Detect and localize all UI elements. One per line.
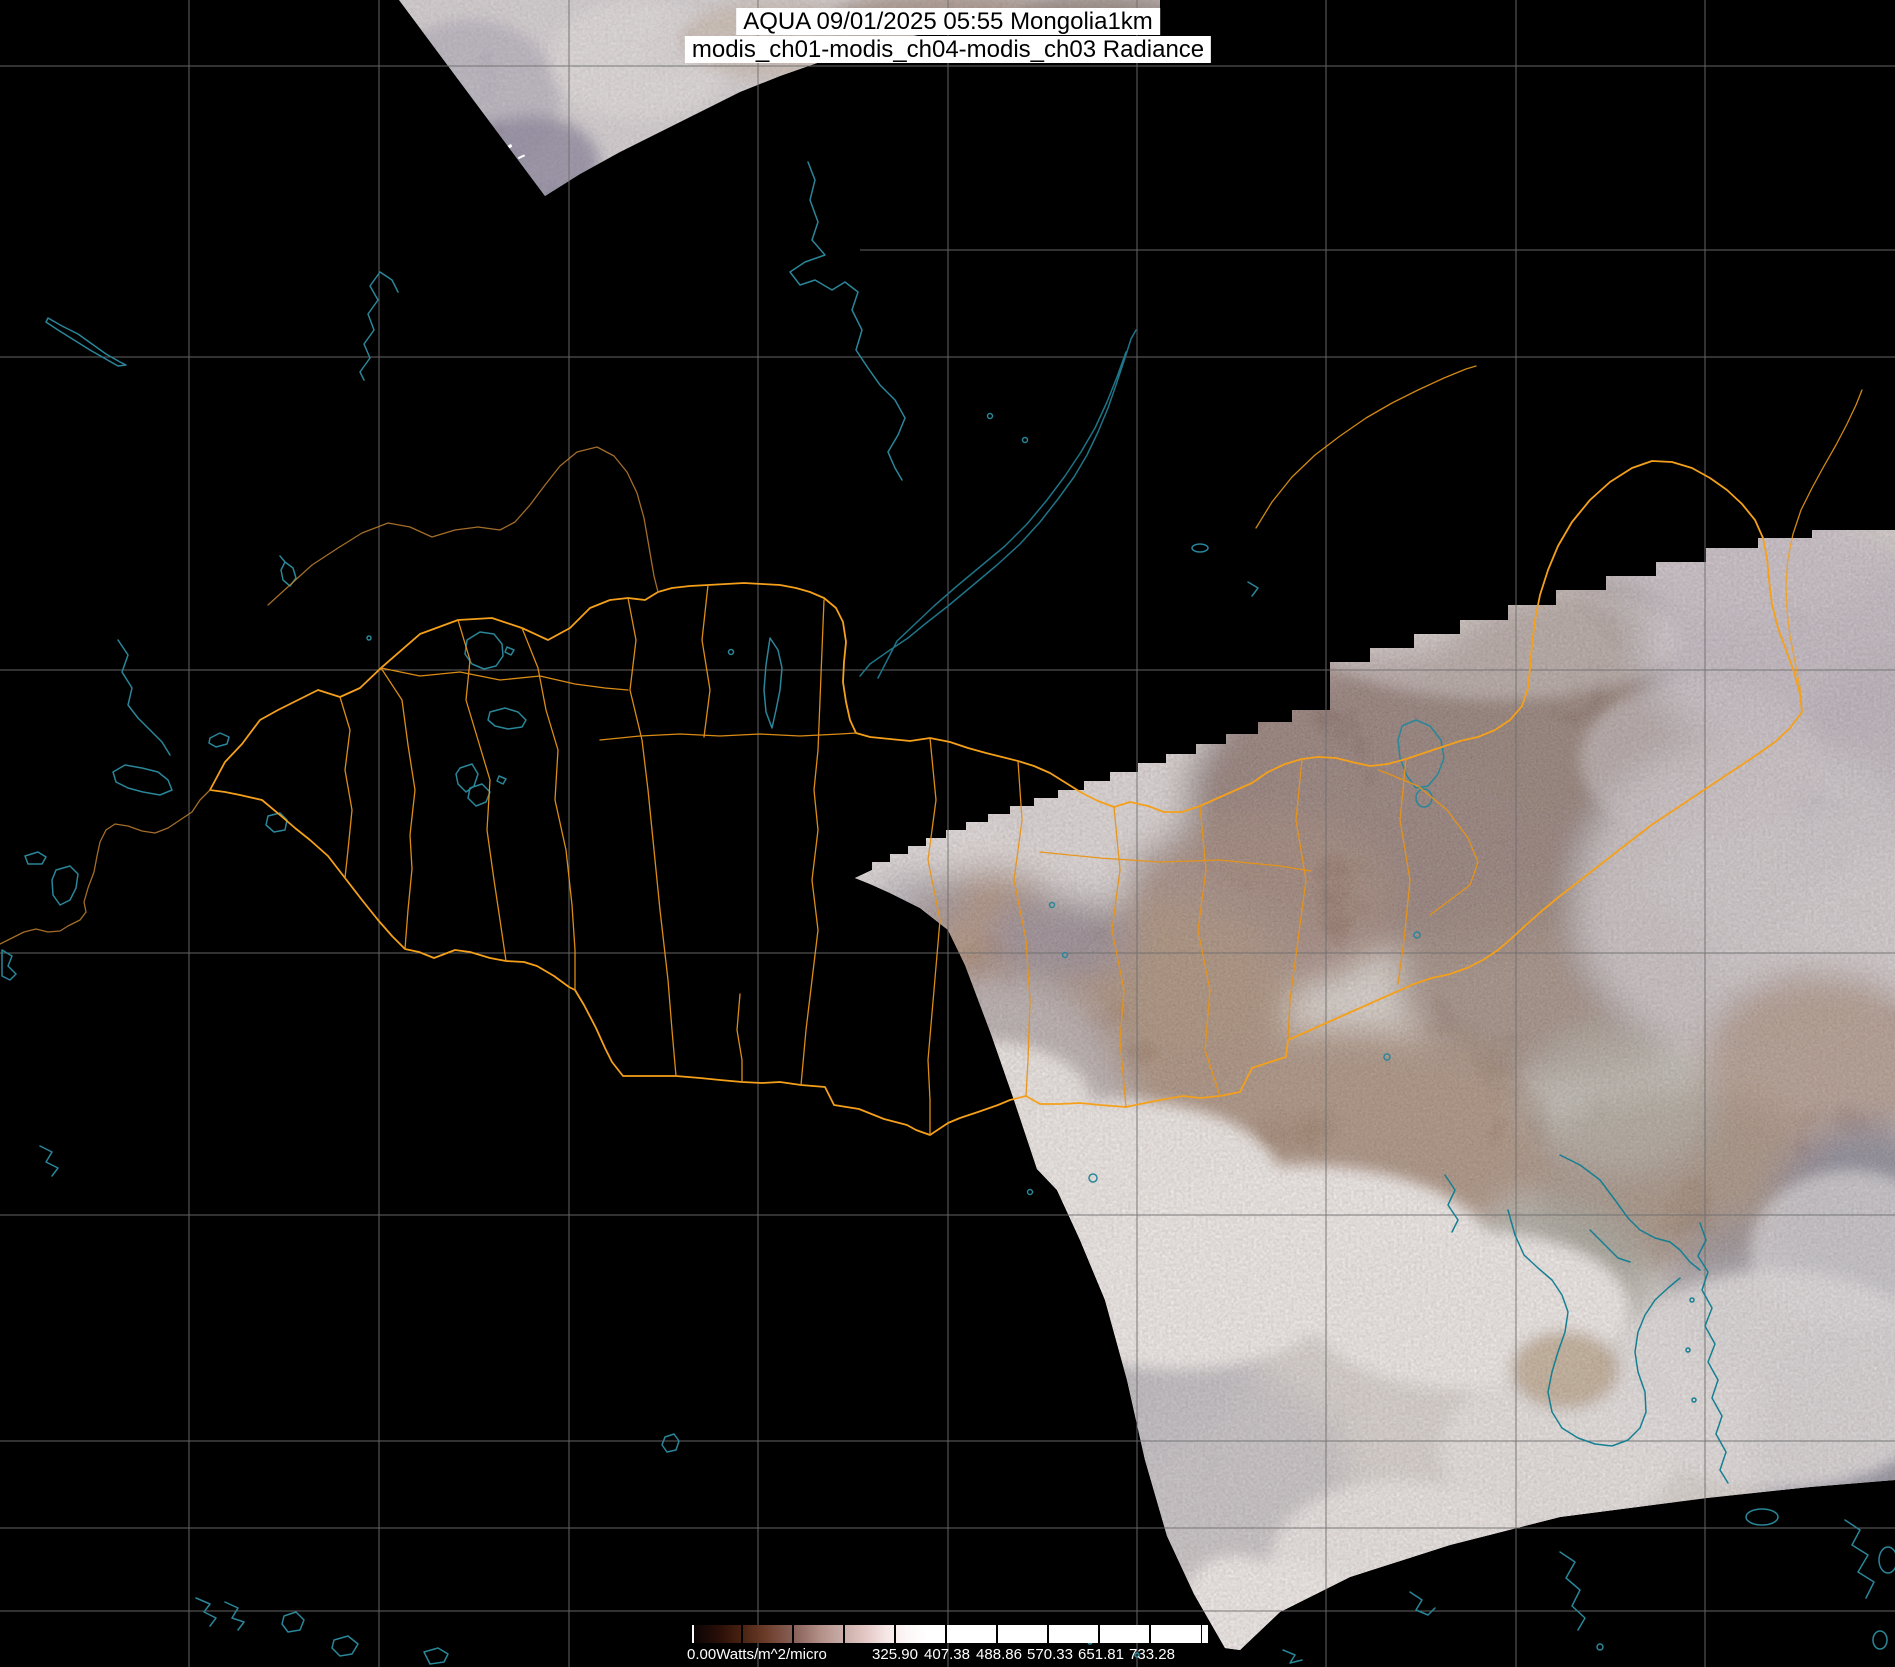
island-oval	[1746, 1509, 1778, 1525]
small-lake-dot	[988, 414, 993, 419]
coastline-bottom-right	[1560, 1520, 1874, 1630]
colorbar-tick	[741, 1625, 743, 1643]
colorbar-tick	[894, 1625, 896, 1643]
colorbar-tick	[843, 1625, 845, 1643]
small-lake-dot	[1028, 1190, 1033, 1195]
colorbar-tick	[996, 1625, 998, 1643]
russia-zabaykalsk-border	[1256, 366, 1476, 528]
small-lake-dot	[367, 636, 371, 640]
lake-khovsgol	[764, 638, 782, 728]
colorbar-tick	[792, 1625, 794, 1643]
colorbar-value: 733.28	[1129, 1646, 1175, 1663]
lake-baikal-outline	[860, 330, 1136, 678]
colorbar-value: 488.86	[976, 1646, 1022, 1663]
small-lake-dot	[729, 650, 734, 655]
angara-river	[790, 162, 905, 480]
colorbar-value: 570.33	[1027, 1646, 1073, 1663]
product-title: AQUA 09/01/2025 05:55 Mongolia1km	[736, 8, 1160, 35]
small-lake-ne-baikal	[1192, 544, 1208, 552]
kazakh-china-border	[0, 790, 210, 944]
satellite-swath-main	[830, 500, 1895, 1667]
map-viewport[interactable]: AQUA 09/01/2025 05:55 Mongolia1km modis_…	[0, 0, 1895, 1667]
lake-upper-left	[46, 318, 126, 366]
colorbar-end-cap	[1202, 1625, 1208, 1643]
map-canvas[interactable]	[0, 0, 1895, 1667]
colorbar-labels: 0.00Watts/m^2/micro 325.90 407.38 488.86…	[0, 1646, 1895, 1664]
lake-khar-us	[456, 764, 506, 806]
swath-grain-dark	[840, 500, 1895, 1667]
colorbar-unit-label: 0.00Watts/m^2/micro	[687, 1646, 827, 1663]
lake-khyargas	[488, 708, 526, 729]
island-oval	[1879, 1547, 1895, 1573]
small-lake-ne-baikal	[1248, 582, 1258, 596]
colorbar-tick	[1098, 1625, 1100, 1643]
lake-zaysan-area	[113, 640, 172, 795]
russia-altai-tuva-border	[268, 447, 658, 605]
colorbar-value: 407.38	[924, 1646, 970, 1663]
colorbar-value: 325.90	[872, 1646, 918, 1663]
product-subtitle: modis_ch01-modis_ch04-modis_ch03 Radianc…	[685, 36, 1211, 63]
colorbar-tick	[945, 1625, 947, 1643]
small-lake-left-mid	[662, 1434, 679, 1452]
colorbar-tick	[1047, 1625, 1049, 1643]
small-lake-dot	[1023, 438, 1028, 443]
colorbar-tick	[1149, 1625, 1151, 1643]
colorbar	[692, 1625, 1208, 1643]
lake-uvs	[465, 632, 514, 669]
colorbar-value: 651.81	[1078, 1646, 1124, 1663]
small-lakes-west	[2, 556, 296, 1176]
